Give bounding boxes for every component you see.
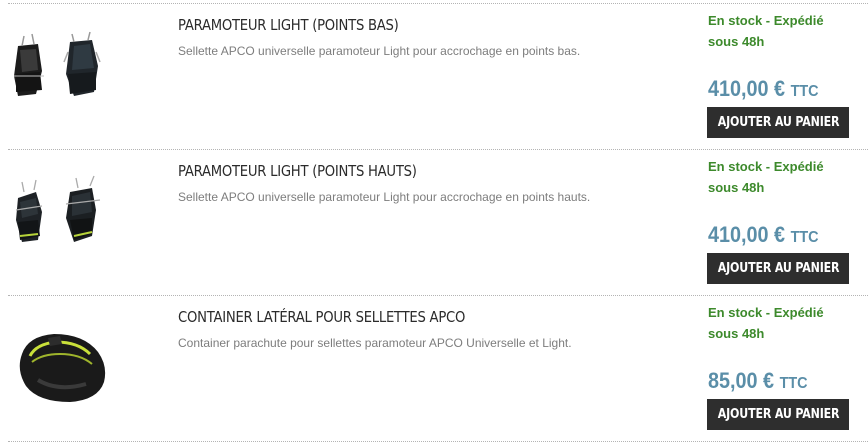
price-value: 85,00 €: [708, 368, 775, 393]
harness-image: [8, 16, 116, 124]
product-price: 85,00 € TTC: [708, 368, 808, 394]
product-title[interactable]: PARAMOTEUR LIGHT (POINTS HAUTS): [178, 162, 417, 180]
product-description: Sellette APCO universelle paramoteur Lig…: [178, 44, 581, 58]
price-suffix: TTC: [790, 83, 819, 100]
price-suffix: TTC: [779, 375, 808, 392]
product-description: Container parachute pour sellettes param…: [178, 336, 572, 350]
product-title[interactable]: PARAMOTEUR LIGHT (POINTS BAS): [178, 16, 399, 34]
add-to-cart-button[interactable]: AJOUTER AU PANIER: [707, 253, 849, 284]
price-suffix: TTC: [790, 229, 819, 246]
product-image[interactable]: [8, 16, 116, 124]
divider: [8, 441, 868, 442]
product-description: Sellette APCO universelle paramoteur Lig…: [178, 190, 591, 204]
price-value: 410,00 €: [708, 222, 786, 247]
add-to-cart-button[interactable]: AJOUTER AU PANIER: [707, 107, 849, 138]
stock-status-line: sous 48h: [708, 34, 765, 49]
product-list: PARAMOTEUR LIGHT (POINTS BAS) Sellette A…: [0, 0, 868, 444]
product-row: PARAMOTEUR LIGHT (POINTS BAS) Sellette A…: [8, 3, 868, 150]
container-image: [8, 308, 116, 416]
stock-status: En stock - Expédié sous 48h: [708, 302, 848, 344]
harness-image: [8, 162, 116, 270]
product-row: PARAMOTEUR LIGHT (POINTS HAUTS) Sellette…: [8, 149, 868, 296]
product-price: 410,00 € TTC: [708, 76, 819, 102]
product-price: 410,00 € TTC: [708, 222, 819, 248]
add-to-cart-label: AJOUTER AU PANIER: [717, 261, 840, 276]
stock-status: En stock - Expédié sous 48h: [708, 156, 848, 198]
add-to-cart-label: AJOUTER AU PANIER: [717, 407, 840, 422]
stock-status-line: En stock - Expédié: [708, 159, 824, 174]
product-row: CONTAINER LATÉRAL POUR SELLETTES APCO Co…: [8, 295, 868, 442]
product-image[interactable]: [8, 308, 116, 416]
stock-status-line: En stock - Expédié: [708, 13, 824, 28]
stock-status-line: En stock - Expédié: [708, 305, 824, 320]
add-to-cart-button[interactable]: AJOUTER AU PANIER: [707, 399, 849, 430]
add-to-cart-label: AJOUTER AU PANIER: [717, 115, 840, 130]
price-value: 410,00 €: [708, 76, 786, 101]
product-title[interactable]: CONTAINER LATÉRAL POUR SELLETTES APCO: [178, 308, 465, 326]
stock-status-line: sous 48h: [708, 326, 765, 341]
stock-status-line: sous 48h: [708, 180, 765, 195]
product-image[interactable]: [8, 162, 116, 270]
stock-status: En stock - Expédié sous 48h: [708, 10, 848, 52]
